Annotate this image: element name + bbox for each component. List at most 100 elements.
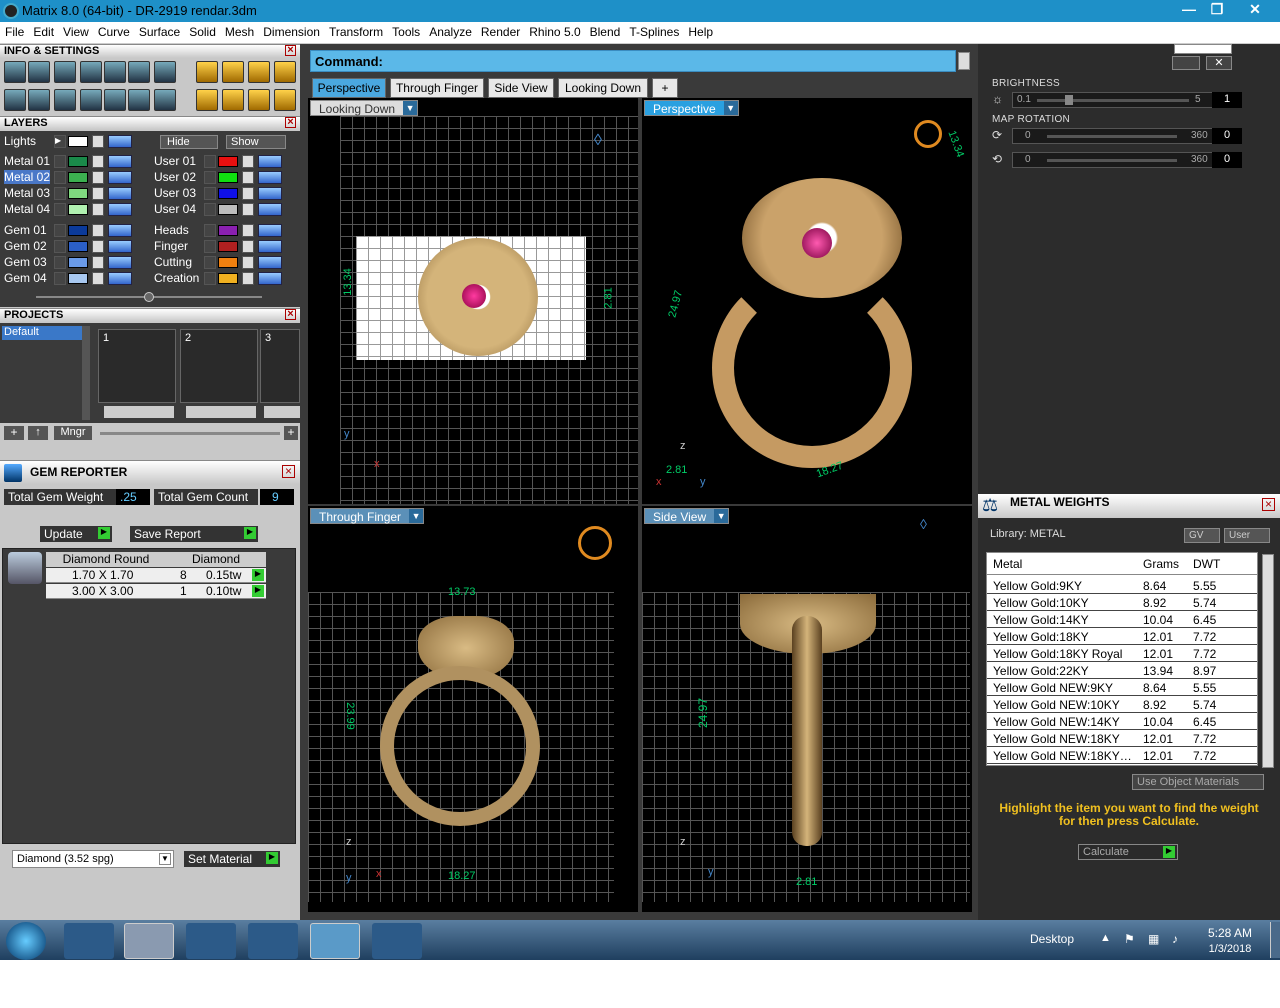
table-row[interactable]: Yellow Gold:10KY 8.92 5.74: [987, 594, 1257, 611]
close-icon[interactable]: ×: [285, 309, 296, 320]
tab-through-finger[interactable]: Through Finger: [390, 78, 484, 98]
tray-arrow-icon[interactable]: ▲: [1100, 932, 1111, 944]
expand-icon[interactable]: [204, 256, 216, 269]
edit-icon[interactable]: [128, 61, 150, 83]
table-row[interactable]: Yellow Gold:14KY 10.04 6.45: [987, 611, 1257, 628]
expand-icon[interactable]: [54, 171, 66, 184]
viewport-label[interactable]: Through Finger ▼: [310, 508, 425, 524]
flag-icon[interactable]: ⚑: [1124, 932, 1135, 946]
table-row[interactable]: Yellow Gold:18KY Royal 12.01 7.72: [987, 645, 1257, 662]
lock-icon[interactable]: [242, 203, 254, 216]
object-icon[interactable]: [80, 61, 102, 83]
layer-row[interactable]: Metal 01: [0, 154, 146, 169]
expand-icon[interactable]: [54, 187, 66, 200]
mirror-icon[interactable]: [222, 89, 244, 111]
menu-file[interactable]: File: [0, 22, 28, 39]
set-material-button[interactable]: Set Material ▶: [184, 851, 280, 867]
command-bar[interactable]: Command:: [310, 50, 956, 72]
expand-icon[interactable]: [204, 224, 216, 237]
metal-scrollbar[interactable]: [1262, 554, 1274, 768]
lock-icon[interactable]: [242, 256, 254, 269]
project-slot-3[interactable]: 3: [260, 329, 300, 403]
save-report-button[interactable]: Save Report ▶: [130, 526, 258, 542]
layer-color[interactable]: [218, 188, 238, 199]
expand-icon[interactable]: [54, 203, 66, 216]
slot-3-buttons[interactable]: [264, 406, 300, 418]
lock-icon[interactable]: [92, 240, 104, 253]
menu-mesh[interactable]: Mesh: [220, 22, 258, 39]
visibility-toggle[interactable]: [258, 256, 282, 269]
user-toggle[interactable]: User: [1224, 528, 1270, 543]
layer-row[interactable]: Cutting: [150, 255, 296, 270]
desktop-toolbar[interactable]: Desktop: [1030, 932, 1074, 946]
layer-color[interactable]: [68, 156, 88, 167]
clock-date[interactable]: 1/3/2018: [1200, 943, 1260, 955]
expand-icon[interactable]: ▶: [252, 569, 264, 581]
volume-icon[interactable]: ♪: [1172, 932, 1178, 946]
menu-transform[interactable]: Transform: [324, 22, 387, 39]
up-project-button[interactable]: ↑: [28, 426, 48, 440]
grid-icon[interactable]: [4, 89, 26, 111]
expand-icon[interactable]: [54, 155, 66, 168]
expand-icon[interactable]: [204, 187, 216, 200]
collapse-handle[interactable]: [144, 292, 154, 302]
layer-color[interactable]: [68, 241, 88, 252]
lock-icon[interactable]: [242, 171, 254, 184]
menu-view[interactable]: View: [58, 22, 93, 39]
visibility-toggle[interactable]: [108, 272, 132, 285]
visibility-toggle[interactable]: [258, 155, 282, 168]
layer-row[interactable]: Gem 01: [0, 223, 146, 238]
scale-icon[interactable]: [248, 61, 270, 83]
layer-color[interactable]: [218, 257, 238, 268]
layer-color[interactable]: [218, 172, 238, 183]
table-row[interactable]: Yellow Gold NEW:14KY 10.04 6.45: [987, 713, 1257, 730]
layer-row[interactable]: Gem 04: [0, 271, 146, 286]
viewport-looking-down[interactable]: ◊ 13.34 2.81 y x Looking Down ▼: [308, 98, 638, 504]
menu-tools[interactable]: Tools: [387, 22, 424, 39]
visibility-toggle[interactable]: [258, 171, 282, 184]
menu-help[interactable]: Help: [683, 22, 717, 39]
layer-color[interactable]: [218, 225, 238, 236]
slot-2-buttons[interactable]: [186, 406, 256, 418]
expand-icon[interactable]: [54, 240, 66, 253]
settings-icon[interactable]: [4, 61, 26, 83]
layer-row[interactable]: Finger: [150, 239, 296, 254]
expand-icon[interactable]: [204, 272, 216, 285]
lock-icon[interactable]: [92, 203, 104, 216]
visibility-toggle[interactable]: [108, 256, 132, 269]
layer-row[interactable]: Creation: [150, 271, 296, 286]
firefox-icon[interactable]: [248, 923, 298, 959]
expand-icon[interactable]: [204, 155, 216, 168]
lock-icon[interactable]: [242, 224, 254, 237]
zoom-icon[interactable]: [28, 61, 50, 83]
lock-icon[interactable]: [92, 155, 104, 168]
layer-row[interactable]: Metal 04: [0, 202, 146, 217]
layer-row[interactable]: Gem 02: [0, 239, 146, 254]
project-slot-2[interactable]: 2: [180, 329, 258, 403]
menu-curve[interactable]: Curve: [93, 22, 134, 39]
expand-icon[interactable]: [54, 224, 66, 237]
media-player-icon[interactable]: [186, 923, 236, 959]
matrix-icon[interactable]: [310, 923, 360, 959]
visibility-toggle[interactable]: [258, 203, 282, 216]
document-icon[interactable]: [104, 61, 126, 83]
projects-slider[interactable]: [100, 432, 280, 435]
rotation-value-1[interactable]: 0: [1212, 128, 1242, 144]
expand-icon[interactable]: ▶: [252, 585, 264, 597]
show-desktop-button[interactable]: [1270, 922, 1280, 958]
gem-row[interactable]: 1.70 X 1.70 8 0.15tw ▶: [46, 568, 266, 583]
explorer-icon[interactable]: [124, 923, 174, 959]
viewport-label[interactable]: Perspective ▼: [644, 100, 739, 116]
lock-icon[interactable]: [92, 272, 104, 285]
expand-icon[interactable]: [204, 203, 216, 216]
start-button[interactable]: [6, 922, 46, 960]
expand-icon[interactable]: [204, 171, 216, 184]
layer-color[interactable]: [218, 204, 238, 215]
visibility-toggle[interactable]: [108, 203, 132, 216]
menu-render[interactable]: Render: [476, 22, 524, 39]
layer-color[interactable]: [218, 273, 238, 284]
lock-icon[interactable]: [242, 272, 254, 285]
add-project-button[interactable]: +: [4, 426, 24, 440]
menu-edit[interactable]: Edit: [28, 22, 58, 39]
rotation-value-2[interactable]: 0: [1212, 152, 1242, 168]
